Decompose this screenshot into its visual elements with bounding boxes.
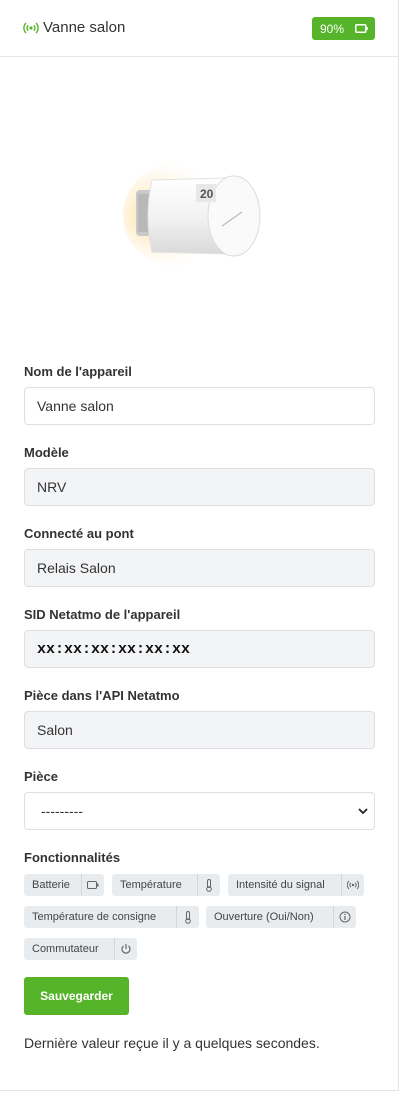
- feature-tag-signal: Intensité du signal: [228, 874, 364, 896]
- wifi-signal-icon: [23, 22, 39, 34]
- bridge-field: Relais Salon: [24, 549, 375, 587]
- room-label: Pièce: [24, 769, 58, 784]
- thermometer-icon: [197, 874, 220, 896]
- api-room-label: Pièce dans l'API Netatmo: [24, 688, 180, 703]
- card-header: Vanne salon 90%: [0, 0, 398, 57]
- features-label: Fonctionnalités: [24, 850, 121, 865]
- battery-badge: 90%: [312, 17, 375, 40]
- sid-label: SID Netatmo de l'appareil: [24, 607, 181, 622]
- battery-level: 90%: [320, 21, 345, 36]
- room-select-value: ---------: [41, 803, 83, 819]
- model-field: NRV: [24, 468, 375, 506]
- netatmo-valve-image: 20: [123, 163, 261, 267]
- last-value-note: Dernière valeur reçue il y a quelques se…: [24, 1035, 320, 1051]
- model-label: Modèle: [24, 445, 69, 460]
- feature-tag-label: Température: [120, 879, 182, 891]
- power-icon: [114, 938, 137, 960]
- svg-text:20: 20: [200, 187, 214, 201]
- feature-tag-label: Batterie: [32, 879, 70, 891]
- feature-tag-switch: Commutateur: [24, 938, 137, 960]
- room-select[interactable]: ---------: [24, 792, 375, 830]
- device-name-input[interactable]: Vanne salon: [24, 387, 375, 425]
- battery-icon: [81, 874, 104, 896]
- api-room-field: Salon: [24, 711, 375, 749]
- feature-tag-label: Commutateur: [32, 943, 99, 955]
- bridge-label: Connecté au pont: [24, 526, 134, 541]
- sid-field: xx:xx:xx:xx:xx:xx: [24, 630, 375, 668]
- feature-tag-temperature: Température: [112, 874, 220, 896]
- feature-tag-label: Température de consigne: [32, 911, 157, 923]
- signal-icon: [341, 874, 364, 896]
- feature-tag-battery: Batterie: [24, 874, 104, 896]
- name-label: Nom de l'appareil: [24, 364, 132, 379]
- device-card: Vanne salon 90% 20 Nom de l'appareil Van…: [0, 0, 399, 1091]
- device-title: Vanne salon: [43, 19, 126, 36]
- info-icon: [333, 906, 356, 928]
- feature-tag-opening: Ouverture (Oui/Non): [206, 906, 356, 928]
- feature-tag-label: Intensité du signal: [236, 879, 325, 891]
- battery-icon: [355, 24, 368, 33]
- feature-tag-setpoint: Température de consigne: [24, 906, 199, 928]
- thermometer-icon: [176, 906, 199, 928]
- chevron-down-icon: [358, 808, 368, 815]
- feature-tag-label: Ouverture (Oui/Non): [214, 911, 314, 923]
- save-button[interactable]: Sauvegarder: [24, 977, 129, 1015]
